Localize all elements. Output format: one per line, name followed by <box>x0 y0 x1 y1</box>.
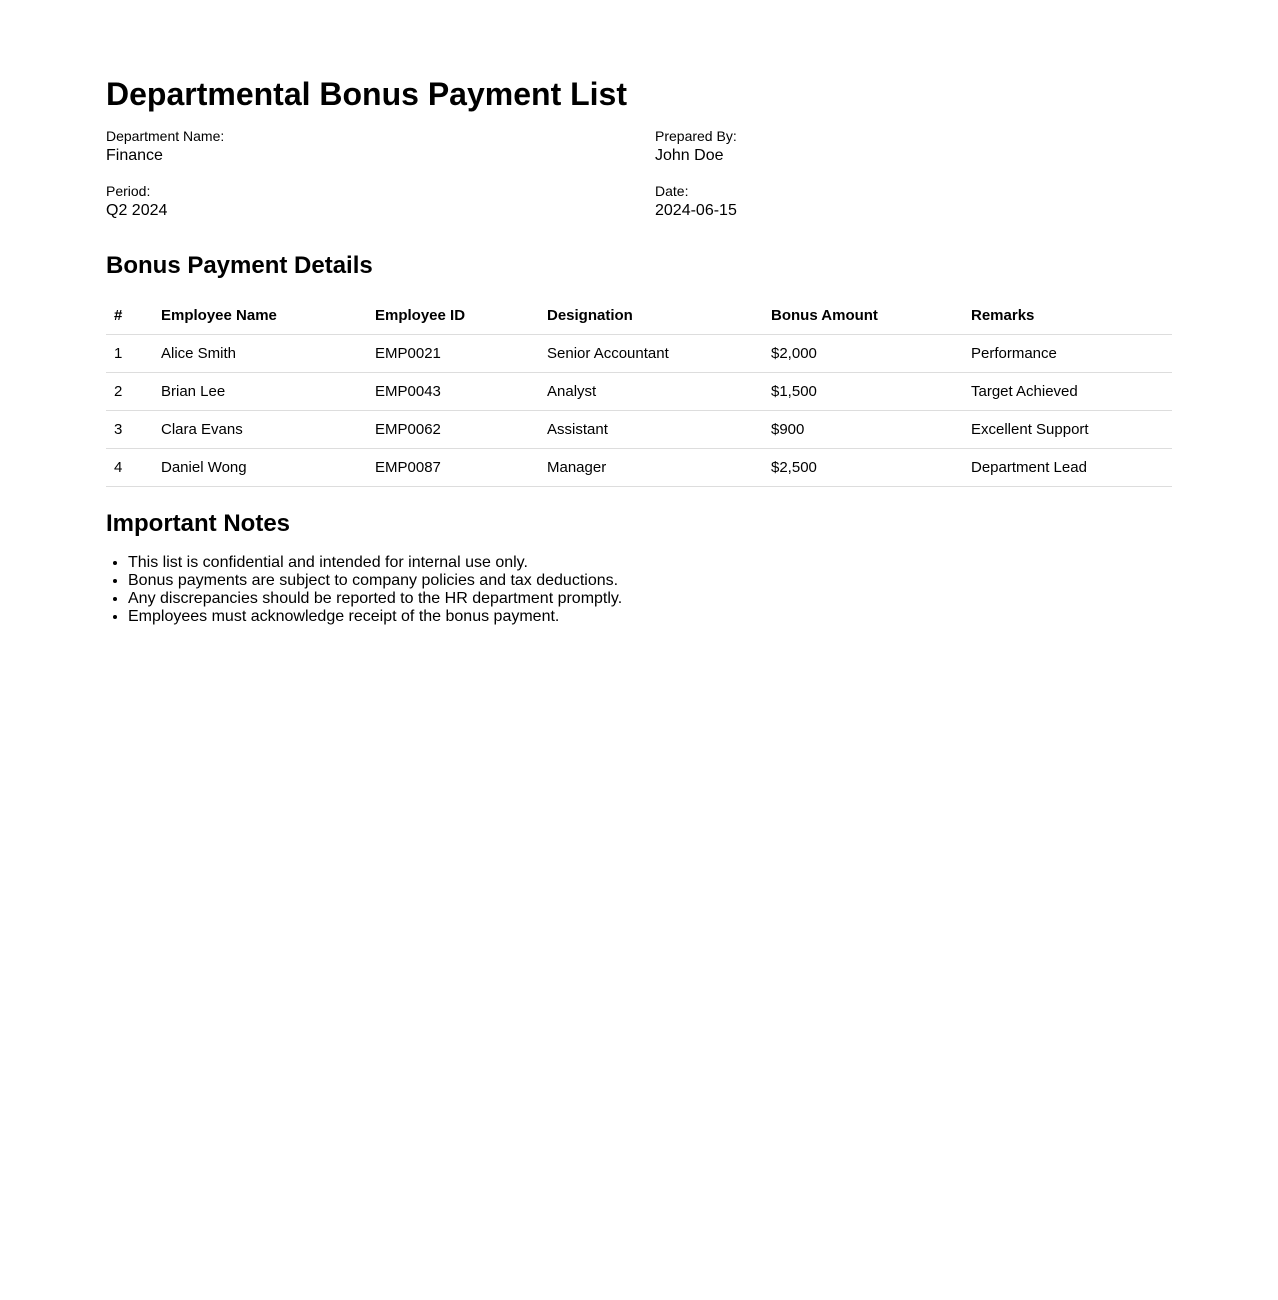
table-row: 1 Alice Smith EMP0021 Senior Accountant … <box>106 334 1172 373</box>
cell-bonus-amount: $1,500 <box>763 372 963 411</box>
cell-remarks: Performance <box>963 334 1172 373</box>
date-label: Date: <box>655 183 689 199</box>
column-header-employee-id: Employee ID <box>367 297 539 335</box>
cell-employee-name: Brian Lee <box>153 372 367 411</box>
list-item: Any discrepancies should be reported to … <box>128 590 622 608</box>
cell-number: 2 <box>106 372 153 411</box>
cell-designation: Senior Accountant <box>539 334 763 373</box>
list-item: Bonus payments are subject to company po… <box>128 572 622 590</box>
period-label: Period: <box>106 183 151 199</box>
cell-employee-id: EMP0087 <box>367 448 539 487</box>
cell-bonus-amount: $2,000 <box>763 334 963 373</box>
list-item: Employees must acknowledge receipt of th… <box>128 608 622 626</box>
meta-prepared-by: Prepared By: John Doe <box>655 128 1175 166</box>
column-header-designation: Designation <box>539 297 763 335</box>
table-row: 3 Clara Evans EMP0062 Assistant $900 Exc… <box>106 410 1172 449</box>
cell-remarks: Target Achieved <box>963 372 1172 411</box>
cell-employee-name: Daniel Wong <box>153 448 367 487</box>
bonus-payment-table: # Employee Name Employee ID Designation … <box>106 297 1172 487</box>
date-value: 2024-06-15 <box>655 202 737 219</box>
column-header-remarks: Remarks <box>963 297 1172 335</box>
cell-designation: Manager <box>539 448 763 487</box>
table-row: 4 Daniel Wong EMP0087 Manager $2,500 Dep… <box>106 448 1172 487</box>
notes-list: This list is confidential and intended f… <box>106 554 622 626</box>
cell-employee-name: Clara Evans <box>153 410 367 449</box>
table-row: 2 Brian Lee EMP0043 Analyst $1,500 Targe… <box>106 372 1172 411</box>
cell-designation: Analyst <box>539 372 763 411</box>
document-title: Departmental Bonus Payment List <box>106 76 627 112</box>
prepared-by-value: John Doe <box>655 147 724 164</box>
list-item: This list is confidential and intended f… <box>128 554 622 572</box>
meta-department: Department Name: Finance <box>106 128 626 166</box>
column-header-employee-name: Employee Name <box>153 297 367 335</box>
notes-section-title: Important Notes <box>106 510 291 537</box>
column-header-number: # <box>106 297 153 335</box>
cell-number: 1 <box>106 334 153 373</box>
cell-employee-id: EMP0062 <box>367 410 539 449</box>
cell-employee-id: EMP0021 <box>367 334 539 373</box>
cell-remarks: Department Lead <box>963 448 1172 487</box>
department-label: Department Name: <box>106 128 225 144</box>
cell-employee-id: EMP0043 <box>367 372 539 411</box>
cell-number: 4 <box>106 448 153 487</box>
details-section-title: Bonus Payment Details <box>106 252 373 279</box>
meta-date: Date: 2024-06-15 <box>655 183 1175 221</box>
cell-employee-name: Alice Smith <box>153 334 367 373</box>
cell-designation: Assistant <box>539 410 763 449</box>
period-value: Q2 2024 <box>106 202 168 219</box>
cell-number: 3 <box>106 410 153 449</box>
meta-period: Period: Q2 2024 <box>106 183 626 221</box>
prepared-by-label: Prepared By: <box>655 128 737 144</box>
column-header-bonus-amount: Bonus Amount <box>763 297 963 335</box>
cell-bonus-amount: $900 <box>763 410 963 449</box>
cell-remarks: Excellent Support <box>963 410 1172 449</box>
department-value: Finance <box>106 147 163 164</box>
cell-bonus-amount: $2,500 <box>763 448 963 487</box>
table-header-row: # Employee Name Employee ID Designation … <box>106 297 1172 335</box>
